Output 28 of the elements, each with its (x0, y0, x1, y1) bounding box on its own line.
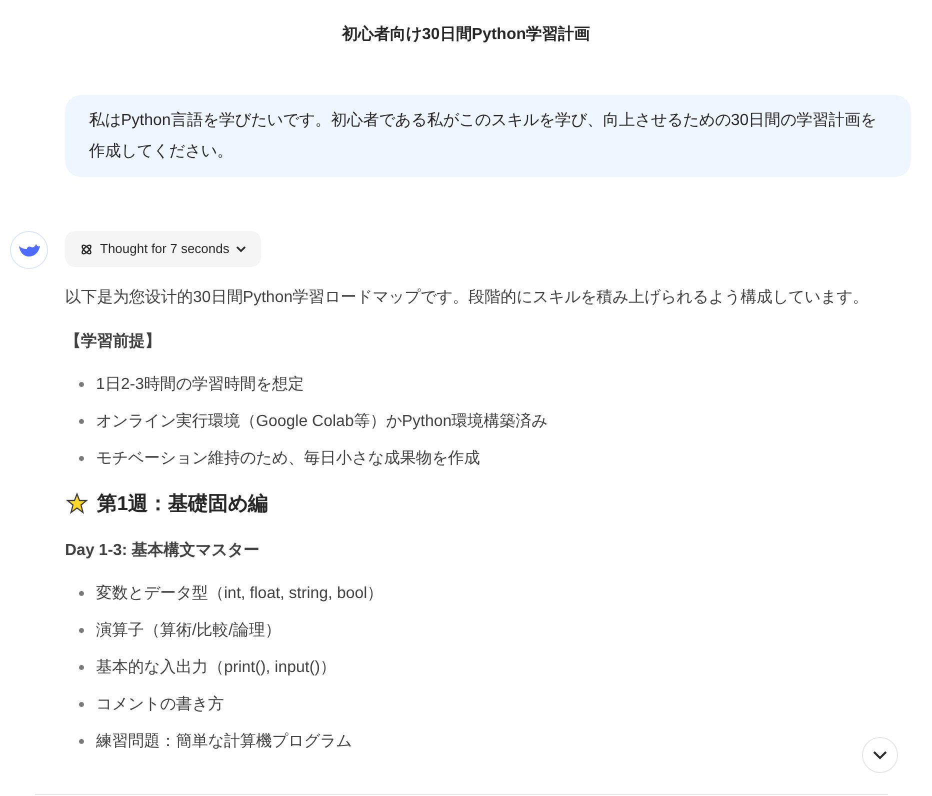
scroll-down-button[interactable] (862, 737, 898, 773)
list-item-text: 練習問題：簡単な計算機プログラム (96, 732, 352, 752)
list-item-text: 変数とデータ型（int, float, string, bool） (96, 584, 384, 604)
day-heading: Day 1-3: 基本構文マスター (65, 540, 261, 561)
bullet-icon (79, 419, 84, 424)
chevron-down-icon (873, 750, 887, 760)
list-item-text: 演算子（算術/比較/論理） (96, 620, 281, 640)
sparkle-star-icon (65, 492, 89, 516)
list-item-text: モチベーション維持のため、毎日小さな成果物を作成 (96, 448, 480, 468)
thought-toggle[interactable]: Thought for 7 seconds (65, 231, 262, 267)
list-item-text: コメントの書き方 (96, 694, 224, 714)
bullet-icon (79, 382, 84, 387)
chat-title: 初心者向け30日間Python学習計画 (342, 24, 590, 45)
bullet-icon (79, 628, 84, 633)
list-item-text: 基本的な入出力（print(), input()） (96, 658, 336, 678)
list-item-text: 1日2-3時間の学習時間を想定 (96, 374, 304, 394)
section-heading: 【学習前提】 (65, 331, 162, 352)
bullet-icon (79, 702, 84, 707)
chevron-down-icon (236, 246, 246, 252)
bullet-icon (79, 665, 84, 670)
bullet-icon (79, 456, 84, 461)
week-heading: 第1週：基礎固め編 (97, 492, 268, 517)
list-item-text: オンライン実行環境（Google Colab等）かPython環境構築済み (96, 412, 548, 432)
bullet-icon (79, 739, 84, 744)
bullet-icon (79, 591, 84, 596)
intro-paragraph: 以下是为您设计的30日間Python学習ロードマップです。段階的にスキルを積み上げられるよう構成しています。 (65, 288, 870, 308)
user-message: 私はPython言語を学びたいです。初心者である私がこのスキルを学び、向上させるための30日間の学習計画を作成してください。 (65, 95, 911, 177)
atom-icon (80, 242, 93, 256)
